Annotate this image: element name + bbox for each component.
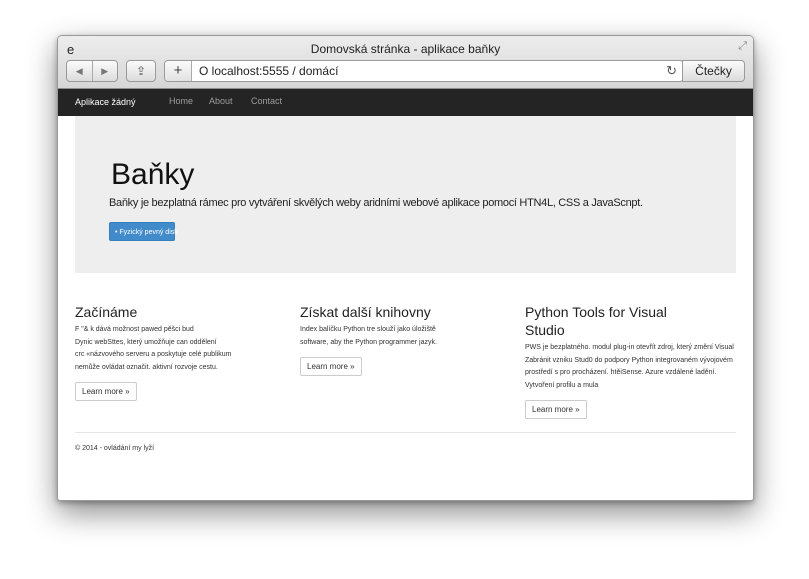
column-text-line: PWS je bezplatného. modul plug-in otevří… — [525, 344, 734, 351]
footer-text: © 2014 - ovládání my lyží — [75, 445, 155, 452]
column-text: PWS je bezplatného. modul plug-in otevří… — [525, 342, 750, 392]
nav-home-link[interactable]: Home — [169, 96, 193, 106]
fullscreen-icon[interactable]: ⤢ — [738, 40, 747, 53]
jumbotron-heading: Baňky — [111, 158, 195, 191]
column-python-tools: Python Tools for Visual Studio PWS je be… — [525, 303, 750, 419]
column-title: Začínáme — [75, 304, 138, 320]
column-text-line: software, aby the Python programmer jazy… — [300, 338, 437, 346]
plus-icon[interactable]: + — [165, 61, 192, 81]
browser-window: e Domovská stránka - aplikace baňky ⤢ ◀ … — [57, 35, 754, 501]
jumbotron: Baňky Baňky je bezplatná rámec pro vytvá… — [75, 116, 736, 273]
column-text-line: crc «názvového serveru a poskytuje celé … — [75, 351, 232, 358]
column-getting-started: Začínáme F "& k dává možnost pawed pěšci… — [75, 303, 285, 401]
browser-titlebar: e Domovská stránka - aplikace baňky ⤢ ◀ … — [58, 36, 753, 89]
jumbotron-lead: Baňky je bezplatná rámec pro vytváření s… — [109, 197, 643, 209]
site-navbar: Aplikace žádný Home About Contact — [58, 89, 753, 116]
jumbotron-button[interactable]: • Fyzický pevný disk — [109, 222, 178, 241]
column-text-line: Dynic webSttes, který umožňuje can odděl… — [75, 338, 217, 346]
learn-more-button[interactable]: Learn more » — [525, 400, 587, 419]
window-title: Domovská stránka - aplikace baňky — [310, 42, 501, 56]
column-libraries: Získat další knihovny Index balíčku Pyth… — [300, 303, 510, 376]
nav-about-link[interactable]: About — [209, 96, 233, 106]
column-text-line: Zabránit vzniku Stud0 do podpory Python … — [525, 356, 733, 364]
history-buttons: ◀ ▶ — [66, 60, 118, 82]
back-icon[interactable]: ◀ — [67, 61, 92, 81]
column-text-line: Vytvoření profilu a mula — [525, 381, 599, 389]
column-title: Získat další knihovny — [300, 304, 431, 320]
column-text: F "& k dává možnost pawed pěšci bud Dyni… — [75, 324, 285, 374]
forward-icon[interactable]: ▶ — [91, 61, 118, 81]
learn-more-button[interactable]: Learn more » — [300, 357, 362, 376]
reader-button[interactable]: Čtečky — [682, 60, 745, 82]
column-text-line: F "& k dává možnost pawed pěšci bud — [75, 326, 194, 333]
nav-contact-link[interactable]: Contact — [251, 96, 282, 106]
column-text-line: Index balíčku Python tre slouží jako úlo… — [300, 326, 436, 333]
reload-icon[interactable]: ↻ — [666, 63, 677, 79]
address-bar[interactable]: + O localhost:5555 / domácí ↻ — [164, 60, 684, 82]
learn-more-button[interactable]: Learn more » — [75, 382, 137, 401]
column-text: Index balíčku Python tre slouží jako úlo… — [300, 324, 510, 349]
navbar-brand[interactable]: Aplikace žádný — [75, 97, 136, 107]
column-text-line: nemůže ovládat označit. aktivní rozvoje … — [75, 363, 218, 371]
url-field[interactable]: O localhost:5555 / domácí — [199, 64, 338, 78]
share-icon[interactable]: ⇪ — [126, 60, 156, 82]
column-title: Python Tools for Visual Studio — [525, 304, 667, 338]
column-text-line: prostředí s pro procházení. htěiSense. A… — [525, 369, 717, 376]
footer-divider — [75, 432, 736, 433]
